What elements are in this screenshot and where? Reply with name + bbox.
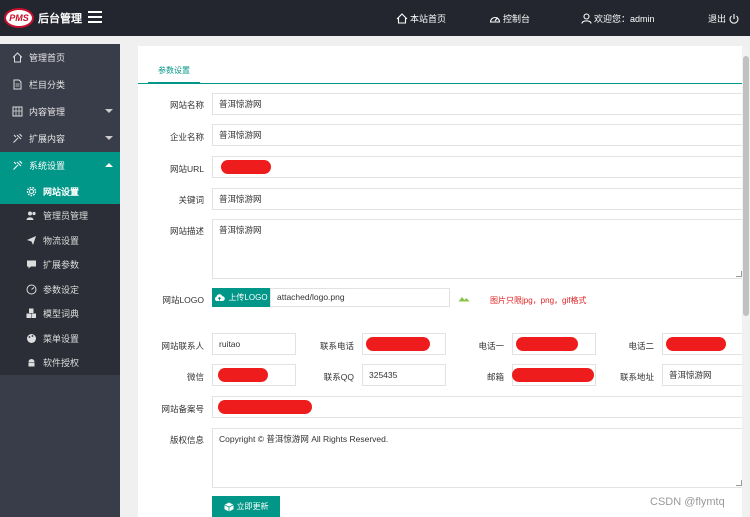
description-text: 普洱惊游网 bbox=[219, 225, 262, 235]
contact-label: 网站联系人 bbox=[161, 341, 204, 351]
document-icon bbox=[13, 79, 22, 90]
update-button[interactable]: 立即更新 bbox=[212, 496, 280, 517]
phone2-label: 电话二 bbox=[628, 341, 654, 351]
grid-icon bbox=[12, 106, 23, 117]
site-home-link[interactable]: 本站首页 bbox=[396, 12, 446, 25]
dashboard-link[interactable]: 控制台 bbox=[489, 12, 530, 25]
redaction-mark bbox=[221, 160, 271, 174]
chat-icon bbox=[27, 260, 36, 269]
sidebar-subitem-site-settings[interactable]: 网站设置 bbox=[0, 179, 120, 204]
home-icon bbox=[12, 52, 23, 63]
sidebar-subitem-params[interactable]: 参数设定 bbox=[0, 277, 120, 302]
description-label: 网站描述 bbox=[169, 226, 204, 236]
chevron-down-icon bbox=[105, 136, 113, 140]
site-url-label: 网站URL bbox=[169, 164, 204, 174]
send-icon bbox=[27, 235, 36, 245]
sidebar-subitem-extend-params[interactable]: 扩展参数 bbox=[0, 253, 120, 278]
redaction-mark bbox=[512, 368, 594, 382]
tab-bar: 参数设置 bbox=[138, 62, 750, 84]
copyright-textarea[interactable]: Copyright © 普洱惊游网 All Rights Reserved. bbox=[212, 428, 744, 488]
sidebar-item-category[interactable]: 栏目分类 bbox=[0, 71, 120, 98]
phone-label: 联系电话 bbox=[319, 341, 354, 351]
sidebar-item-home[interactable]: 管理首页 bbox=[0, 44, 120, 71]
sidebar-item-extend[interactable]: 扩展内容 bbox=[0, 125, 120, 152]
sidebar-item-system[interactable]: 系统设置 bbox=[0, 152, 120, 179]
sidebar-submenu: 网站设置 管理员管理 物流设置 扩展参数 参数设定 模型词典 菜单设置 软件授权 bbox=[0, 179, 120, 375]
keywords-label: 关键词 bbox=[178, 195, 204, 205]
redaction-mark bbox=[666, 337, 726, 351]
tab-params[interactable]: 参数设置 bbox=[148, 62, 200, 84]
logout-link[interactable]: 退出 bbox=[708, 12, 742, 25]
sidebar-subitem-logistics[interactable]: 物流设置 bbox=[0, 228, 120, 253]
qq-label: 联系QQ bbox=[323, 372, 354, 382]
sidebar-subitem-license[interactable]: 软件授权 bbox=[0, 351, 120, 376]
scrollbar-thumb[interactable] bbox=[743, 56, 749, 316]
logo-path-input[interactable]: attached/logo.png bbox=[270, 288, 450, 307]
main-content: 参数设置 网站名称 普洱惊游网 企业名称 普洱惊游网 网站URL 关键词 普洱惊… bbox=[138, 46, 750, 517]
menu-toggle-icon[interactable] bbox=[88, 11, 102, 25]
chevron-down-icon bbox=[105, 109, 113, 113]
watermark: CSDN @flymtq bbox=[650, 496, 725, 508]
android-icon bbox=[28, 359, 35, 367]
copyright-text: Copyright © 普洱惊游网 All Rights Reserved. bbox=[219, 434, 389, 444]
logo-format-hint: 图片只限jpg，png，gif格式 bbox=[490, 296, 587, 305]
upload-logo-button[interactable]: 上传LOGO bbox=[212, 288, 270, 307]
address-input[interactable]: 普洱惊游网 bbox=[662, 364, 744, 386]
users-icon bbox=[26, 211, 36, 221]
site-url-input[interactable] bbox=[212, 156, 744, 178]
contact-input[interactable]: ruitao bbox=[212, 333, 296, 355]
chevron-up-icon bbox=[105, 163, 113, 167]
cloud-upload-icon bbox=[215, 294, 226, 301]
cube-icon bbox=[223, 502, 234, 511]
wechat-label: 微信 bbox=[186, 372, 204, 382]
user-welcome[interactable]: 欢迎您：admin bbox=[581, 12, 655, 25]
copyright-label: 版权信息 bbox=[169, 435, 204, 445]
sidebar-item-content[interactable]: 内容管理 bbox=[0, 98, 120, 125]
redaction-mark bbox=[218, 400, 312, 414]
scrollbar[interactable] bbox=[742, 46, 750, 517]
logo-label: 网站LOGO bbox=[162, 295, 204, 305]
palette-icon bbox=[27, 333, 36, 343]
user-icon bbox=[581, 13, 592, 24]
phone1-label: 电话一 bbox=[478, 341, 504, 351]
site-name-input[interactable]: 普洱惊游网 bbox=[212, 93, 744, 115]
gauge-icon bbox=[489, 16, 501, 23]
power-icon bbox=[729, 13, 739, 24]
icp-label: 网站备案号 bbox=[161, 404, 204, 414]
home-icon bbox=[396, 13, 408, 24]
description-textarea[interactable]: 普洱惊游网 bbox=[212, 219, 744, 279]
logo-badge: PMS bbox=[4, 8, 34, 28]
redaction-mark bbox=[366, 337, 430, 351]
company-name-label: 企业名称 bbox=[169, 132, 204, 142]
app-title: 后台管理 bbox=[38, 13, 82, 25]
redaction-mark bbox=[516, 337, 578, 351]
dashboard-icon bbox=[26, 284, 37, 295]
site-name-label: 网站名称 bbox=[169, 100, 204, 110]
sidebar: 管理首页 栏目分类 内容管理 扩展内容 系统设置 网站设置 管理员管理 物流设置 bbox=[0, 44, 120, 517]
top-bar: PMS 后台管理 本站首页 控制台 欢迎您：admin 退出 bbox=[0, 0, 750, 36]
address-label: 联系地址 bbox=[619, 372, 654, 382]
broken-image-icon bbox=[458, 297, 470, 302]
logo: PMS 后台管理 bbox=[4, 8, 82, 28]
cubes-icon bbox=[26, 308, 36, 319]
qq-input[interactable]: 325435 bbox=[362, 364, 446, 386]
redaction-mark bbox=[218, 368, 268, 382]
sidebar-subitem-menu-settings[interactable]: 菜单设置 bbox=[0, 326, 120, 351]
sidebar-subitem-admins[interactable]: 管理员管理 bbox=[0, 204, 120, 229]
email-label: 邮箱 bbox=[486, 372, 504, 382]
gear-icon bbox=[26, 186, 37, 196]
sidebar-subitem-model-dict[interactable]: 模型词典 bbox=[0, 302, 120, 327]
company-name-input[interactable]: 普洱惊游网 bbox=[212, 124, 744, 146]
tools-icon bbox=[13, 133, 23, 143]
keywords-input[interactable]: 普洱惊游网 bbox=[212, 188, 744, 210]
tools-icon bbox=[13, 160, 23, 170]
